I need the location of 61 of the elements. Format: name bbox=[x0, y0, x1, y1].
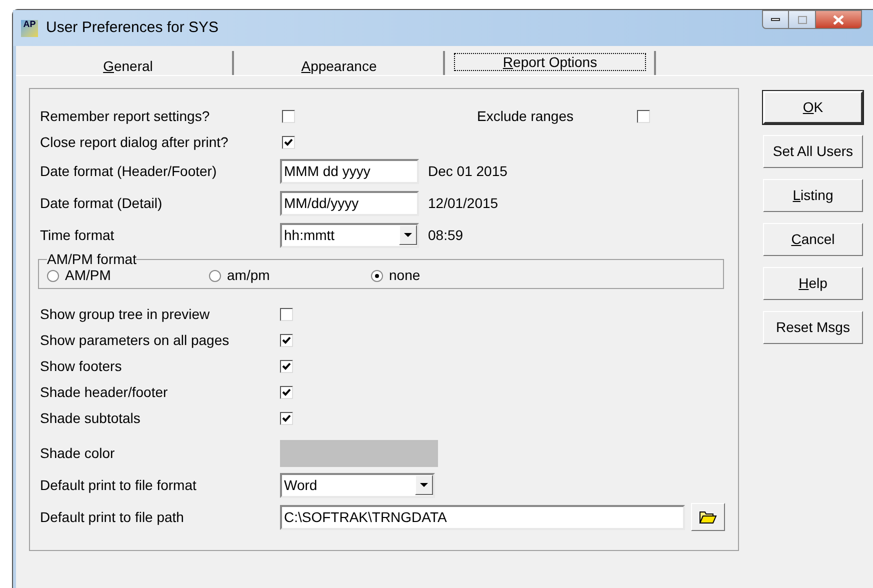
checkbox[interactable] bbox=[280, 334, 293, 346]
browse-button[interactable] bbox=[691, 503, 725, 531]
format-preview: 08:59 bbox=[428, 226, 464, 244]
field-label: Date format (Header/Footer) bbox=[40, 162, 218, 181]
dropdown[interactable]: hh:mmtt bbox=[280, 222, 419, 248]
radio-option[interactable]: am/pm bbox=[209, 265, 371, 286]
input-field[interactable]: MMM dd yyyy bbox=[280, 158, 419, 184]
option-label: Show parameters on all pages bbox=[40, 330, 230, 350]
checkmark-icon bbox=[282, 414, 291, 422]
checkbox[interactable] bbox=[280, 412, 293, 424]
folder-icon bbox=[699, 510, 717, 524]
option-label: Show footers bbox=[40, 356, 123, 376]
option-label: Shade header/footer bbox=[40, 382, 169, 402]
field-label: Date format (Detail) bbox=[40, 194, 164, 213]
group-title: AM/PM format bbox=[47, 251, 136, 267]
minimize-button[interactable] bbox=[762, 10, 789, 29]
color-swatch[interactable] bbox=[280, 440, 438, 466]
format-preview: 12/01/2015 bbox=[428, 194, 498, 212]
checkbox[interactable] bbox=[280, 360, 293, 372]
field-label: Shade color bbox=[40, 444, 116, 462]
close-button[interactable] bbox=[815, 10, 862, 29]
input-field[interactable]: MM/dd/yyyy bbox=[280, 190, 419, 216]
radio-button[interactable] bbox=[371, 270, 383, 282]
checkmark-icon bbox=[282, 388, 291, 396]
dialog-button[interactable]: Cancel bbox=[763, 223, 863, 256]
caret-icon bbox=[420, 483, 428, 487]
field-label: Time format bbox=[40, 226, 116, 244]
dialog-button[interactable]: Listing bbox=[763, 179, 863, 212]
radio-button[interactable] bbox=[47, 270, 59, 282]
option-label: Close report dialog after print? bbox=[40, 132, 230, 152]
field-label: Default print to file format bbox=[40, 476, 198, 495]
checkmark-icon bbox=[284, 138, 293, 146]
checkbox[interactable] bbox=[282, 110, 295, 122]
dialog-button[interactable]: Set All Users bbox=[763, 135, 863, 168]
maximize-button[interactable] bbox=[789, 10, 815, 29]
checkbox[interactable] bbox=[282, 136, 295, 148]
option-label: Shade subtotals bbox=[40, 408, 142, 428]
checkbox[interactable] bbox=[280, 308, 293, 320]
radio-button[interactable] bbox=[209, 270, 221, 282]
radio-option[interactable]: none bbox=[371, 265, 533, 286]
radio-option[interactable]: AM/PM bbox=[47, 265, 209, 286]
close-icon bbox=[833, 14, 844, 24]
dropdown-arrow-button[interactable] bbox=[415, 475, 433, 495]
caret-icon bbox=[404, 233, 412, 237]
dialog-button[interactable]: Help bbox=[763, 267, 863, 300]
app-icon: AP bbox=[21, 20, 38, 36]
checkbox[interactable] bbox=[637, 110, 650, 122]
field-label: Default print to file path bbox=[40, 508, 185, 527]
checkmark-icon bbox=[282, 362, 291, 370]
dialog-button[interactable]: Reset Msgs bbox=[763, 311, 863, 344]
input-field[interactable]: C:\SOFTRAK\TRNGDATA bbox=[280, 504, 685, 530]
option-label: Remember report settings? bbox=[40, 106, 211, 126]
dropdown[interactable]: Word bbox=[280, 472, 435, 498]
option-label: Exclude ranges bbox=[477, 106, 575, 126]
option-label: Show group tree in preview bbox=[40, 304, 211, 324]
window-title: User Preferences for SYS bbox=[46, 18, 219, 38]
checkmark-icon bbox=[282, 336, 291, 344]
dropdown-arrow-button[interactable] bbox=[399, 225, 417, 245]
checkbox[interactable] bbox=[280, 386, 293, 398]
format-preview: Dec 01 2015 bbox=[428, 162, 508, 180]
dialog-button[interactable]: OK bbox=[763, 91, 863, 124]
